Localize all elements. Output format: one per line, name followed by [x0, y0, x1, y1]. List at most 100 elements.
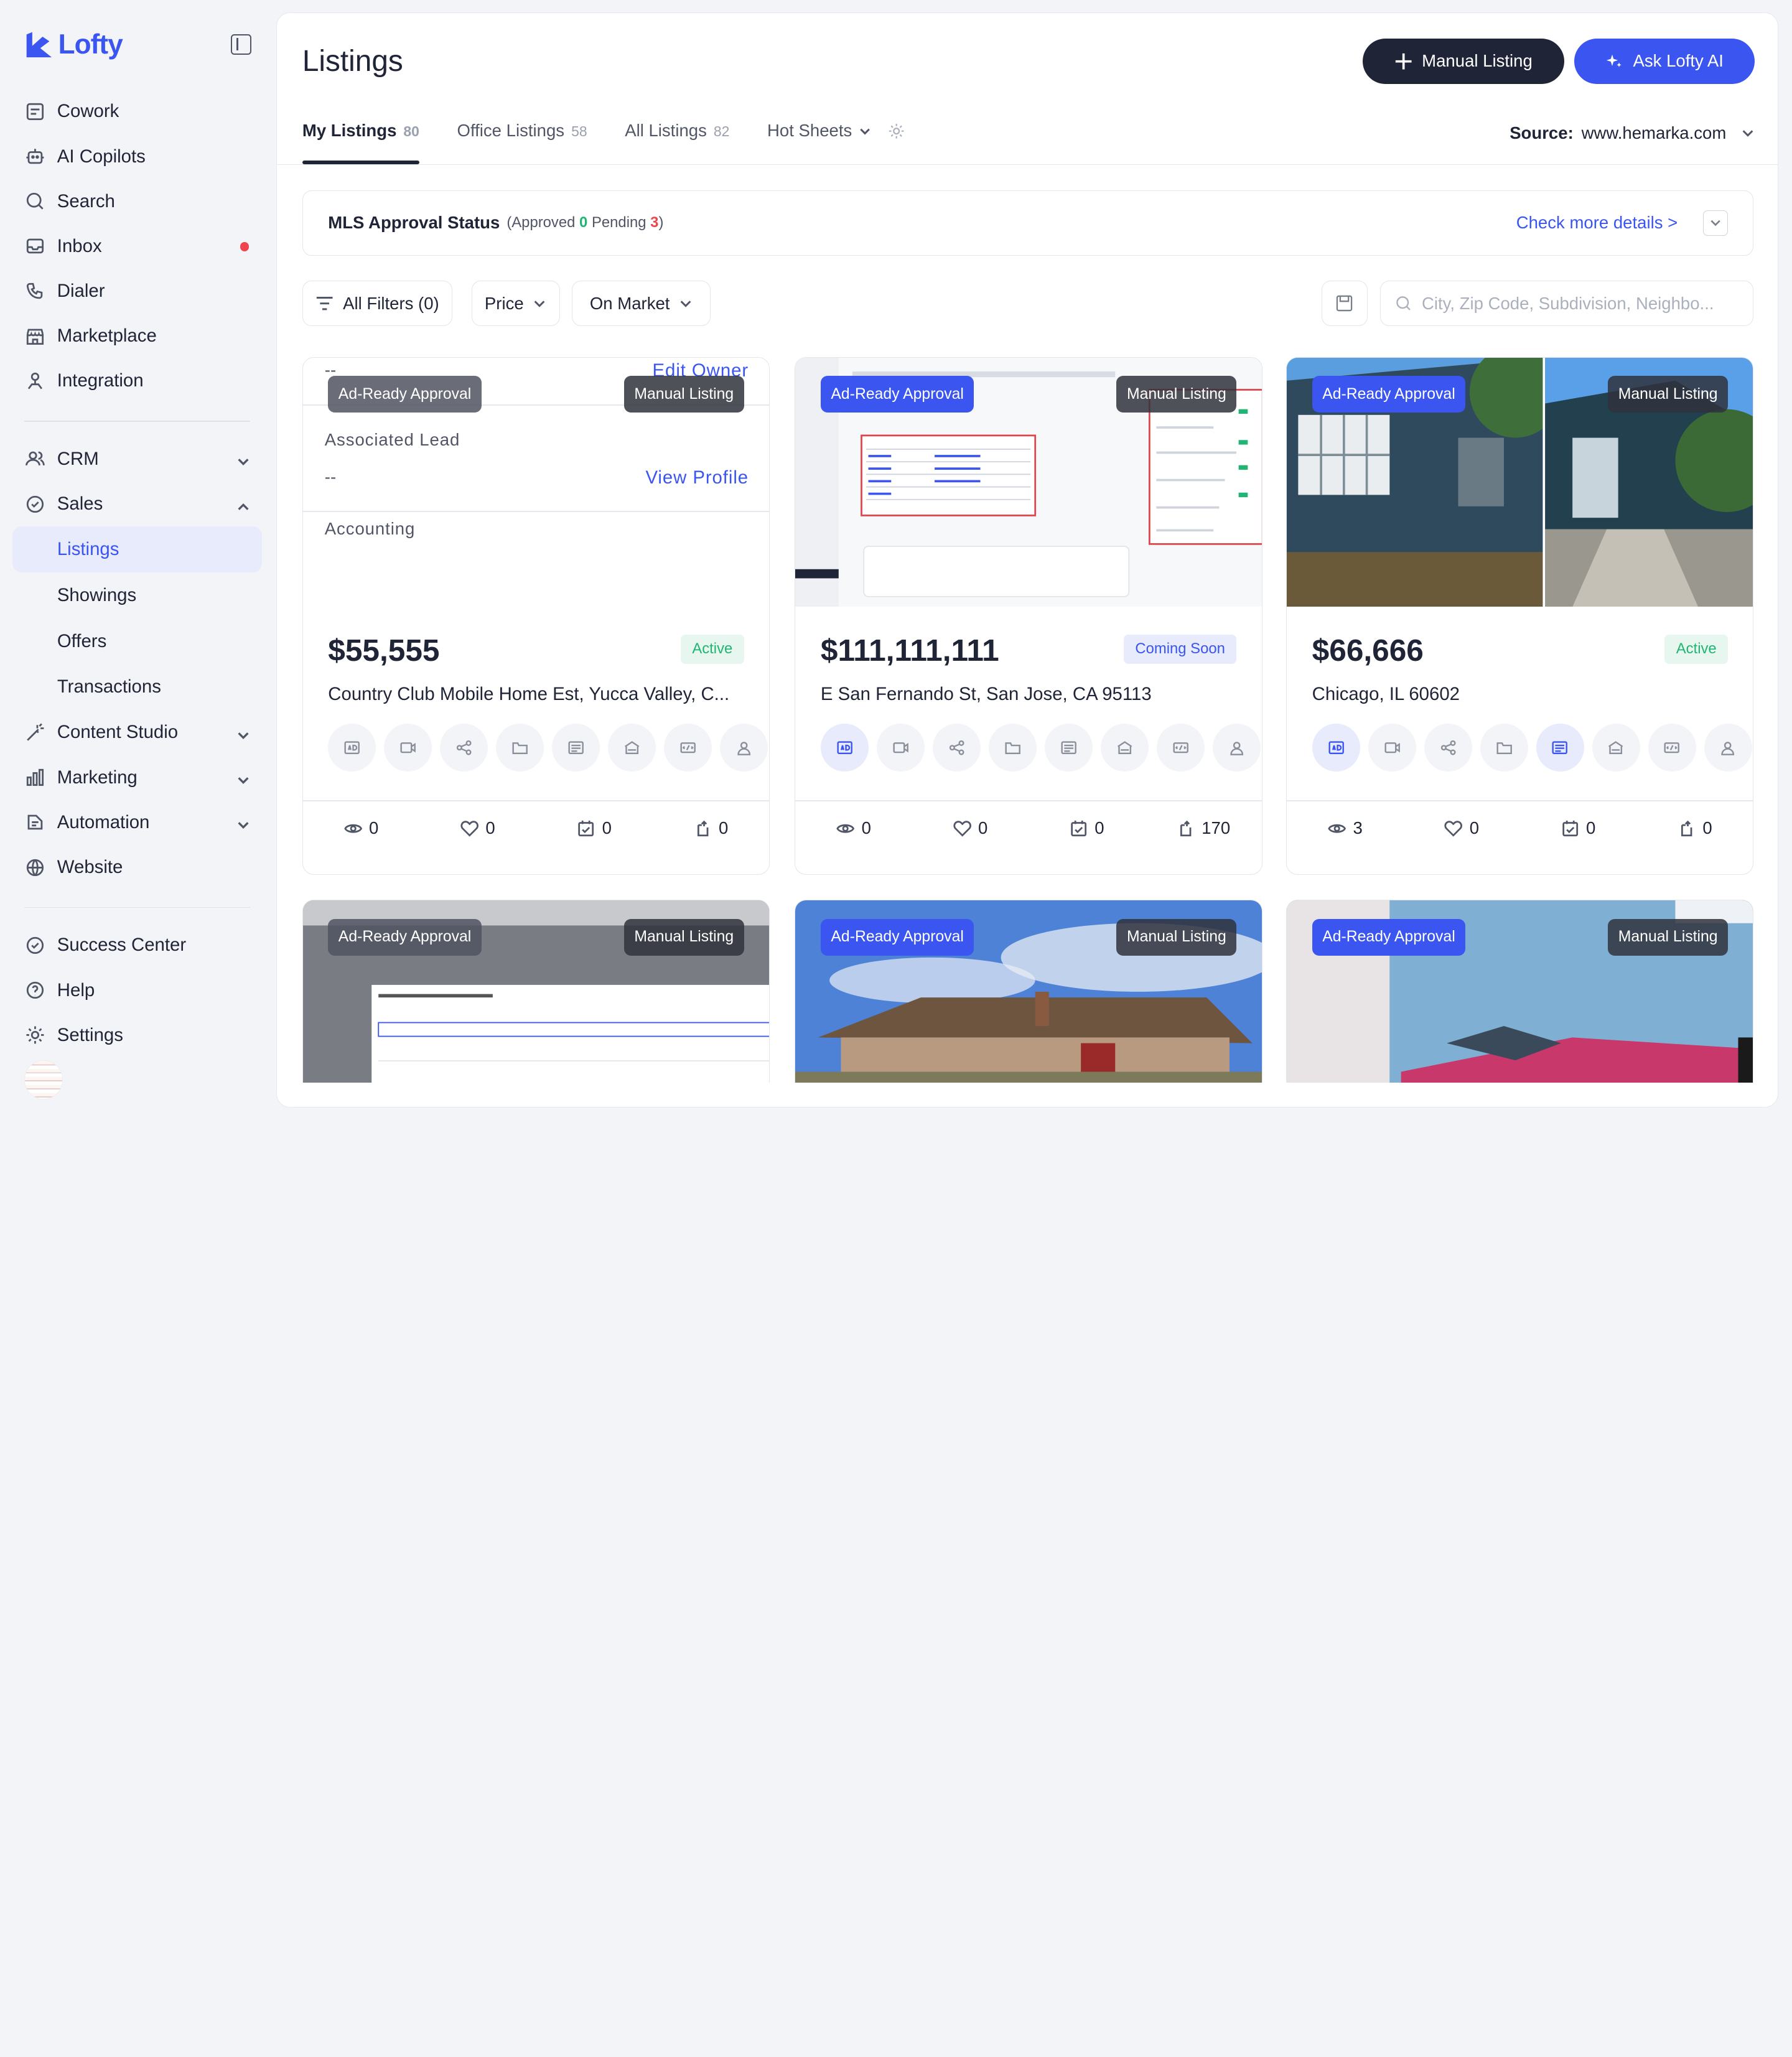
market-filter-label: On Market: [589, 293, 670, 313]
tab-office-listings[interactable]: Office Listings 58: [457, 116, 587, 164]
folder-action-button[interactable]: [496, 723, 544, 772]
sidebar-item-listings[interactable]: Listings: [12, 526, 262, 572]
sidebar-item-settings[interactable]: Settings: [12, 1013, 261, 1058]
store-icon: [24, 325, 47, 348]
share-doc-icon: [697, 820, 708, 836]
listing-card[interactable]: Ad-Ready Approval Manual Listing: [795, 900, 1262, 1083]
tab-my-listings[interactable]: My Listings 80: [302, 116, 420, 164]
search-icon: [24, 190, 47, 213]
chevron-down-icon: [236, 771, 250, 792]
sidebar-item-search[interactable]: Search: [12, 179, 261, 224]
ad-action-button[interactable]: [820, 723, 869, 772]
flyer-action-button[interactable]: [1044, 723, 1093, 772]
sidebar-item-transactions[interactable]: Transactions: [12, 665, 261, 711]
sidebar-item-integration[interactable]: Integration: [12, 358, 261, 403]
gear-icon[interactable]: [887, 122, 905, 140]
sidebar-item-success-center[interactable]: Success Center: [12, 923, 261, 968]
share-action-button[interactable]: [932, 723, 981, 772]
source-selector[interactable]: Source: www.hemarka.com: [1510, 123, 1755, 143]
sidebar-item-cowork[interactable]: Cowork: [12, 89, 261, 134]
listing-price: $66,666: [1312, 632, 1424, 668]
manual-listing-button[interactable]: Manual Listing: [1363, 38, 1564, 85]
video-action-button[interactable]: [1368, 723, 1416, 772]
ask-lofty-ai-button[interactable]: Ask Lofty AI: [1574, 38, 1755, 85]
folder-action-button[interactable]: [988, 723, 1037, 772]
automation-icon: [24, 811, 47, 834]
listing-stats: 0 0 0 0: [303, 818, 769, 838]
ad-action-button[interactable]: [328, 723, 376, 772]
code-action-button[interactable]: [664, 723, 712, 772]
sidebar-item-automation[interactable]: Automation: [12, 800, 261, 845]
manual-listing-badge: Manual Listing: [1608, 918, 1729, 956]
owner-action-button[interactable]: [1212, 723, 1261, 772]
avatar[interactable]: [24, 1060, 63, 1099]
lofty-logo[interactable]: Lofty: [24, 29, 123, 60]
shares-count: 0: [718, 818, 729, 838]
video-action-button[interactable]: [876, 723, 925, 772]
people-icon: [24, 447, 47, 470]
sidebar-item-website[interactable]: Website: [12, 845, 261, 890]
views-stat: 0: [303, 818, 419, 838]
sidebar-item-label: Help: [57, 979, 95, 1001]
save-search-button[interactable]: [1322, 280, 1368, 327]
folder-icon: [1005, 742, 1020, 754]
price-filter[interactable]: Price: [471, 280, 560, 327]
flyer-action-button[interactable]: [1536, 723, 1584, 772]
folder-action-button[interactable]: [1480, 723, 1528, 772]
sidebar-item-dialer[interactable]: Dialer: [12, 269, 261, 314]
sidebar-item-content-studio[interactable]: Content Studio: [12, 710, 261, 755]
code-action-button[interactable]: [1648, 723, 1696, 772]
sidebar-item-showings[interactable]: Showings: [12, 572, 261, 618]
divider: [302, 800, 770, 801]
tab-hot-sheets[interactable]: Hot Sheets: [767, 116, 906, 164]
listing-address[interactable]: E San Fernando St, San Jose, CA 95113: [821, 684, 1238, 705]
open-house-action-button[interactable]: [608, 723, 656, 772]
listing-card[interactable]: Ad-Ready Approval Manual Listing $111,11…: [795, 357, 1262, 875]
owner-action-button[interactable]: [720, 723, 768, 772]
all-filters-label: All Filters (0): [343, 293, 439, 313]
likes-stat: 0: [912, 818, 1029, 838]
open-house-icon: [1608, 740, 1623, 754]
likes-stat: 0: [419, 818, 536, 838]
ad-action-button[interactable]: [1312, 723, 1360, 772]
sidebar-item-inbox[interactable]: Inbox: [12, 224, 261, 269]
code-action-button[interactable]: [1156, 723, 1205, 772]
views-count: 0: [369, 818, 379, 838]
open-house-action-button[interactable]: [1592, 723, 1640, 772]
collapse-sidebar-icon[interactable]: [231, 34, 252, 55]
sidebar-item-help[interactable]: Help: [12, 968, 261, 1012]
eye-icon: [1328, 824, 1346, 833]
listing-card[interactable]: Ad-Ready Approval Manual Listing $66,666…: [1286, 357, 1754, 875]
flyer-action-button[interactable]: [552, 723, 600, 772]
tab-all-listings[interactable]: All Listings 82: [625, 116, 729, 164]
owner-icon: [1230, 741, 1243, 755]
video-action-button[interactable]: [384, 723, 432, 772]
accounting-label: Accounting: [324, 519, 416, 539]
share-action-button[interactable]: [440, 723, 488, 772]
listing-address[interactable]: Chicago, IL 60602: [1312, 684, 1729, 705]
listing-card[interactable]: -- Edit Owner Associated Lead -- View Pr…: [302, 357, 770, 875]
share-action-button[interactable]: [1424, 723, 1472, 772]
listing-card[interactable]: Ad-Ready Approval Manual Listing: [1286, 900, 1754, 1083]
sidebar-item-marketplace[interactable]: Marketplace: [12, 314, 261, 358]
all-filters-button[interactable]: All Filters (0): [302, 280, 452, 327]
share-icon: [456, 740, 472, 755]
sidebar-item-crm[interactable]: CRM: [12, 437, 261, 482]
check-more-details-link[interactable]: Check more details >: [1516, 213, 1678, 233]
listing-address[interactable]: Country Club Mobile Home Est, Yucca Vall…: [328, 684, 745, 705]
search-input[interactable]: [1421, 293, 1730, 314]
sidebar-item-offers[interactable]: Offers: [12, 618, 261, 665]
owner-action-button[interactable]: [1704, 723, 1752, 772]
expand-toggle[interactable]: [1702, 210, 1729, 236]
listing-card[interactable]: Ad-Ready Approval Manual Listing: [302, 900, 770, 1083]
open-house-action-button[interactable]: [1100, 723, 1149, 772]
view-profile-link[interactable]: View Profile: [645, 467, 749, 488]
sidebar-item-marketing[interactable]: Marketing: [12, 755, 261, 800]
showings-count: 0: [1094, 818, 1104, 838]
views-count: 0: [861, 818, 871, 838]
sidebar-divider: [24, 907, 251, 908]
sidebar-item-ai-copilots[interactable]: AI Copilots: [12, 134, 261, 179]
sidebar-item-sales[interactable]: Sales: [12, 482, 261, 526]
ad-icon: [1328, 740, 1344, 754]
market-status-filter[interactable]: On Market: [572, 280, 711, 327]
